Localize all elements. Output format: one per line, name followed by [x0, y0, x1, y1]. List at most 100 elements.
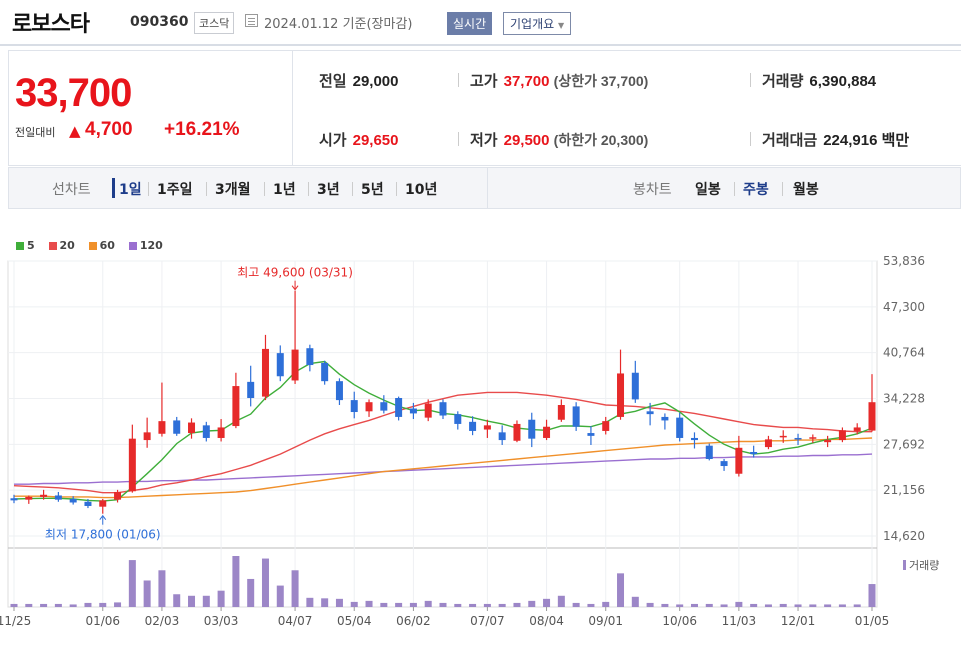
legend-swatch — [16, 242, 24, 250]
candle-body — [572, 406, 580, 427]
legend-swatch — [128, 242, 137, 250]
candle-body — [202, 425, 210, 438]
stock-name: 로보스타 — [12, 12, 90, 37]
tab-5y[interactable]: 5년 — [361, 179, 384, 199]
candle-body — [824, 440, 832, 443]
amount-label: 거래대금 — [762, 132, 818, 149]
legend-label: 5 — [27, 239, 35, 252]
prev-close-value: 29,000 — [352, 73, 399, 90]
high-annotation: 최고 49,600 (03/31) — [237, 266, 353, 280]
volume-bar — [54, 603, 62, 607]
tab-1y[interactable]: 1년 — [273, 179, 296, 199]
candle-body — [69, 498, 77, 503]
company-overview-button[interactable]: 기업개요 ▼ — [503, 12, 572, 35]
low-label: 저가 — [470, 132, 498, 149]
divider — [458, 132, 459, 146]
volume-bar — [276, 585, 284, 607]
volume-bar — [40, 603, 48, 607]
tab-1d[interactable]: 1일 — [119, 179, 142, 199]
ma20-line — [13, 391, 872, 494]
volume-bar — [10, 603, 18, 607]
candle-body — [143, 432, 151, 441]
active-tab-indicator — [112, 178, 115, 198]
volume-bar — [809, 604, 817, 607]
calendar-icon — [245, 14, 258, 27]
candle-body — [705, 445, 713, 460]
candle-body — [25, 496, 33, 500]
candle-body — [868, 402, 876, 431]
candle-body — [483, 425, 491, 430]
line-chart-label: 선차트 — [52, 182, 91, 198]
tab-monthly[interactable]: 월봉 — [793, 179, 819, 199]
volume-bar — [750, 603, 758, 607]
legend-label: 20 — [59, 239, 75, 252]
divider — [206, 182, 207, 196]
open-value: 29,650 — [352, 132, 399, 149]
base-date: 2024.01.12 기준(장마감) — [264, 17, 413, 32]
candle-chart-label: 봉차트 — [633, 182, 672, 198]
x-tick-label: 10/06 — [662, 614, 697, 628]
volume-legend-label: 거래량 — [909, 559, 939, 572]
volume-bar — [720, 604, 728, 607]
volume-bar — [838, 604, 846, 607]
volume-bar — [824, 604, 832, 607]
tab-10y[interactable]: 10년 — [405, 179, 437, 199]
price-change: 4,700 — [85, 119, 133, 140]
stock-header: 로보스타 090360 코스닥 2024.01.12 기준(장마감) 실시간 기… — [0, 0, 961, 46]
volume-bar — [572, 602, 580, 607]
candle-body — [676, 417, 684, 438]
y-tick-label: 27,692 — [883, 437, 925, 451]
tab-daily[interactable]: 일봉 — [695, 179, 721, 199]
candle-body — [587, 433, 595, 436]
volume-bar — [247, 578, 255, 607]
volume-bar — [779, 603, 787, 607]
candle-body — [350, 400, 358, 413]
divider — [750, 73, 751, 87]
candle-body — [365, 402, 373, 412]
volume-bar — [202, 595, 210, 607]
low-annotation: 최저 17,800 (01/06) — [45, 528, 161, 542]
candle-body — [735, 447, 743, 474]
tab-group-divider — [487, 168, 488, 208]
tab-3m[interactable]: 3개월 — [215, 179, 251, 199]
y-tick-label: 40,764 — [883, 346, 925, 360]
volume-bar — [173, 594, 181, 607]
low-arrow-head — [99, 514, 107, 521]
x-tick-label: 11/25 — [0, 614, 31, 628]
x-tick-label: 03/03 — [204, 614, 239, 628]
volume-bar — [587, 603, 595, 607]
legend-item-ma120: 120 — [128, 239, 163, 252]
candle-body — [217, 427, 225, 438]
y-tick-label: 53,836 — [883, 254, 925, 268]
candle-body — [173, 420, 181, 434]
candle-body — [247, 381, 255, 398]
high-label: 고가 — [470, 73, 498, 90]
volume-bar — [291, 570, 299, 607]
candle-body — [306, 348, 314, 366]
tab-weekly[interactable]: 주봉 — [743, 179, 769, 199]
candle-body — [543, 426, 551, 438]
candle-body — [40, 494, 48, 497]
prev-close-label: 전일 — [319, 73, 347, 90]
tab-3y[interactable]: 3년 — [317, 179, 340, 199]
volume-bar — [424, 600, 432, 607]
volume-label: 거래량 — [762, 73, 804, 90]
candle-body — [764, 439, 772, 448]
current-price: 33,700 — [15, 71, 132, 115]
tab-1w[interactable]: 1주일 — [157, 179, 193, 199]
lower-limit: (하한가 20,300) — [553, 132, 649, 148]
ma60-line — [14, 437, 873, 499]
candle-body — [114, 491, 122, 500]
volume-bar — [646, 602, 654, 607]
stock-code: 090360 — [130, 14, 189, 30]
candle-body — [99, 500, 107, 507]
volume-bar — [439, 602, 447, 607]
volume-bar — [143, 580, 151, 607]
volume-bar — [380, 602, 388, 607]
y-tick-label: 47,300 — [883, 300, 925, 314]
trade-amount: 거래대금 224,916 백만 — [762, 129, 909, 150]
candle-body — [276, 353, 284, 377]
legend-label: 120 — [139, 239, 163, 252]
realtime-button[interactable]: 실시간 — [447, 12, 493, 35]
chart-frame — [7, 260, 878, 608]
